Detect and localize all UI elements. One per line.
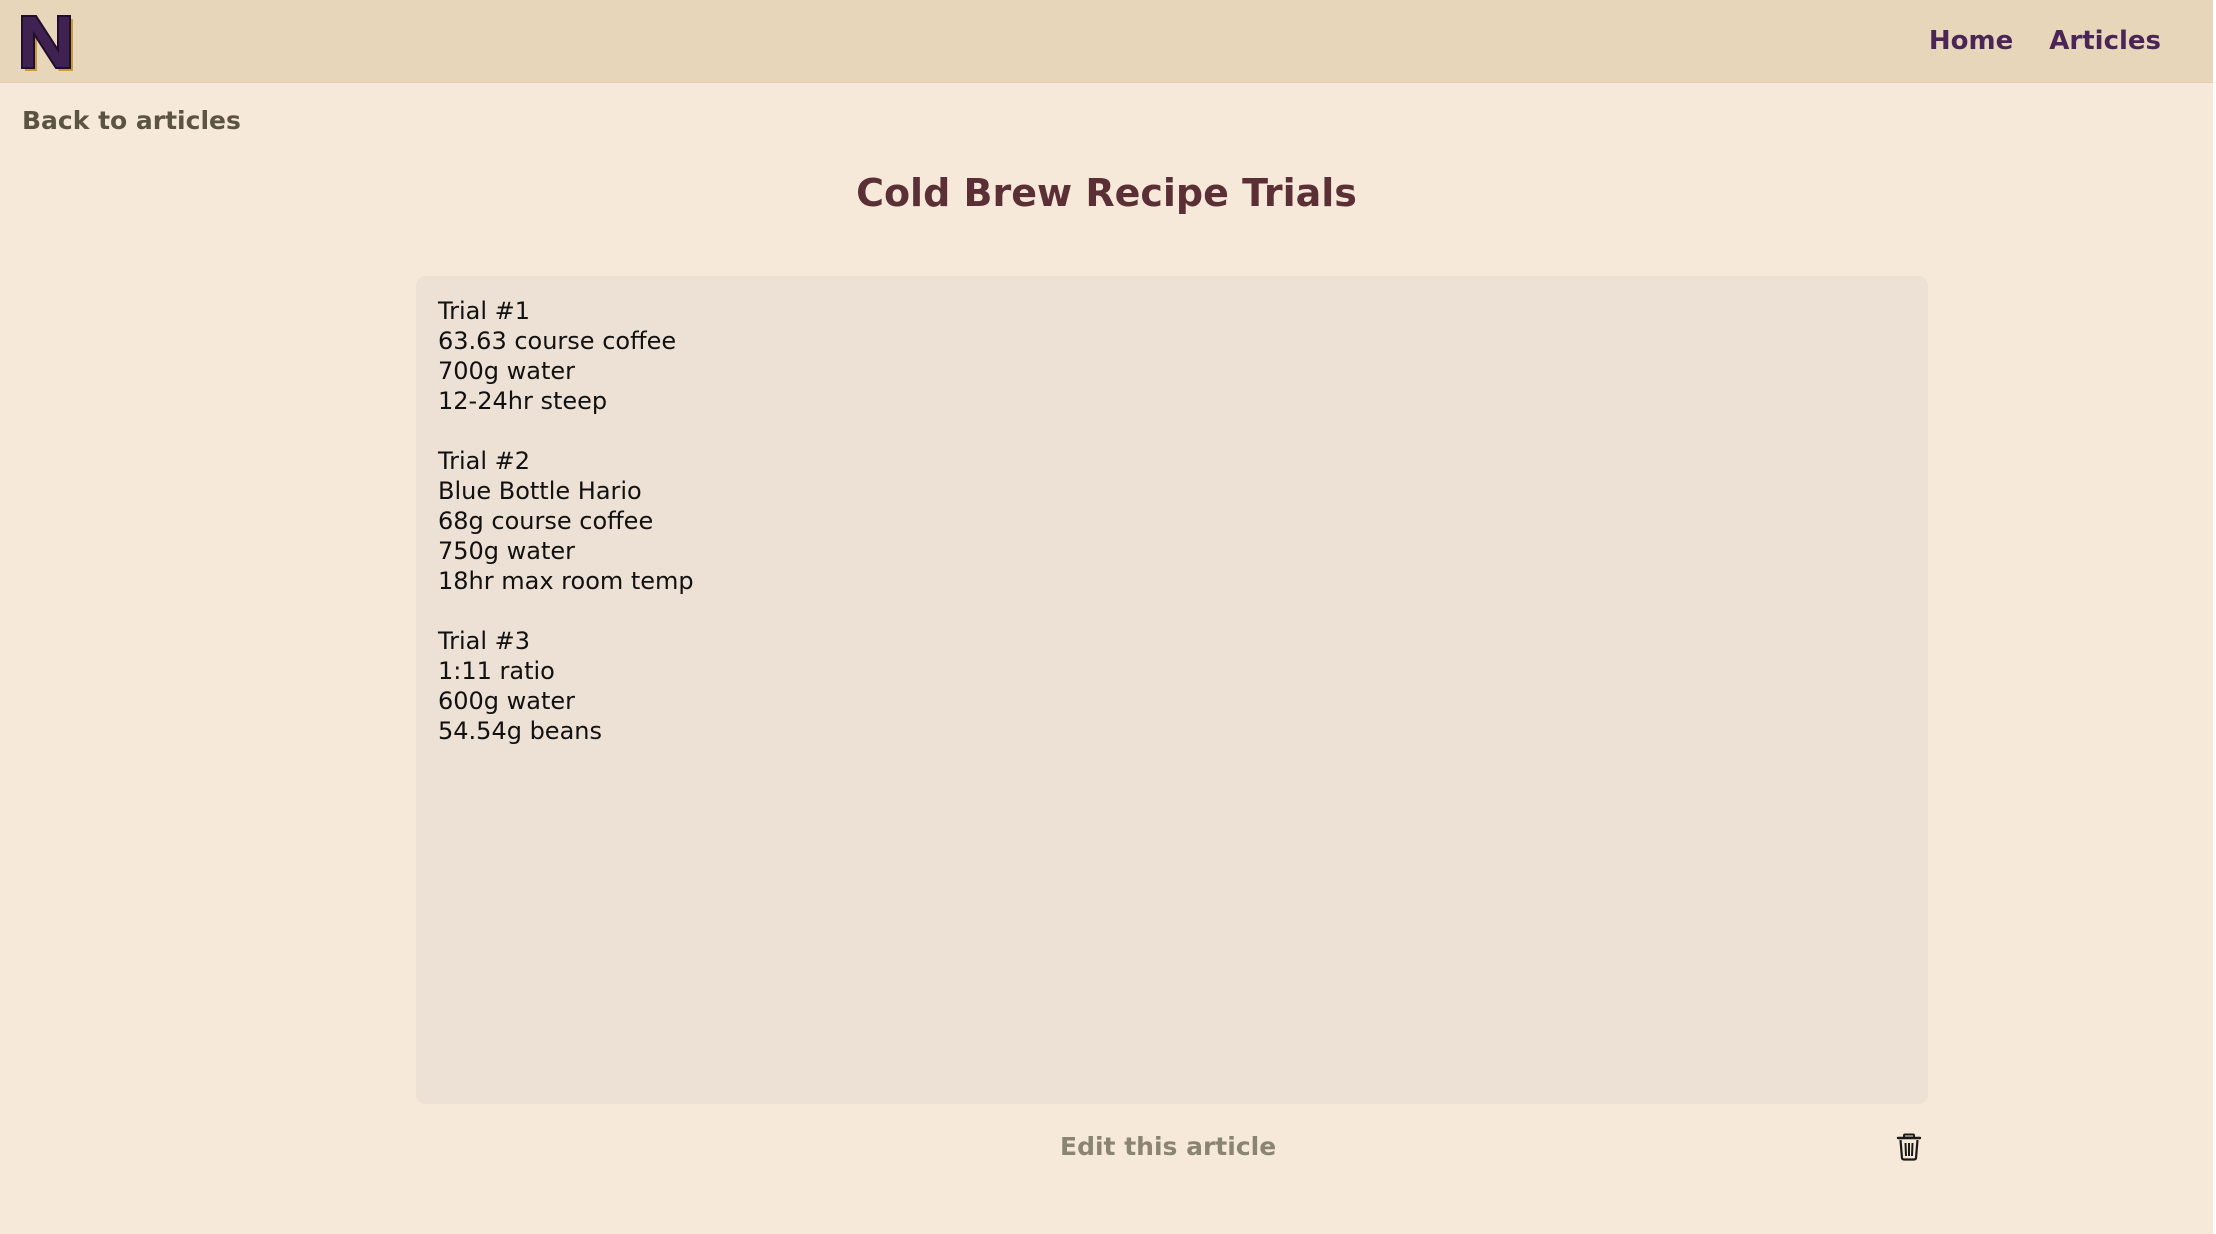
article-page: Home Articles Back to articles Cold Brew…: [0, 0, 2216, 1234]
back-to-articles-link[interactable]: Back to articles: [22, 104, 241, 138]
article-body-text: Trial #1 63.63 course coffee 700g water …: [438, 297, 694, 745]
edit-article-link[interactable]: Edit this article: [1060, 1130, 1276, 1164]
delete-article-button: [1896, 1133, 1922, 1161]
trash-icon[interactable]: [1896, 1133, 1922, 1161]
logo-n-glyph: [21, 15, 73, 71]
main-nav: Home Articles: [1929, 24, 2161, 58]
logo-icon[interactable]: [18, 12, 74, 72]
nav-articles-link[interactable]: Articles: [2049, 24, 2161, 58]
nav-home-link[interactable]: Home: [1929, 24, 2013, 58]
article-title: Cold Brew Recipe Trials: [856, 171, 1357, 215]
article-body-container: Trial #1 63.63 course coffee 700g water …: [416, 276, 1928, 1104]
top-navbar: Home Articles: [0, 0, 2213, 83]
